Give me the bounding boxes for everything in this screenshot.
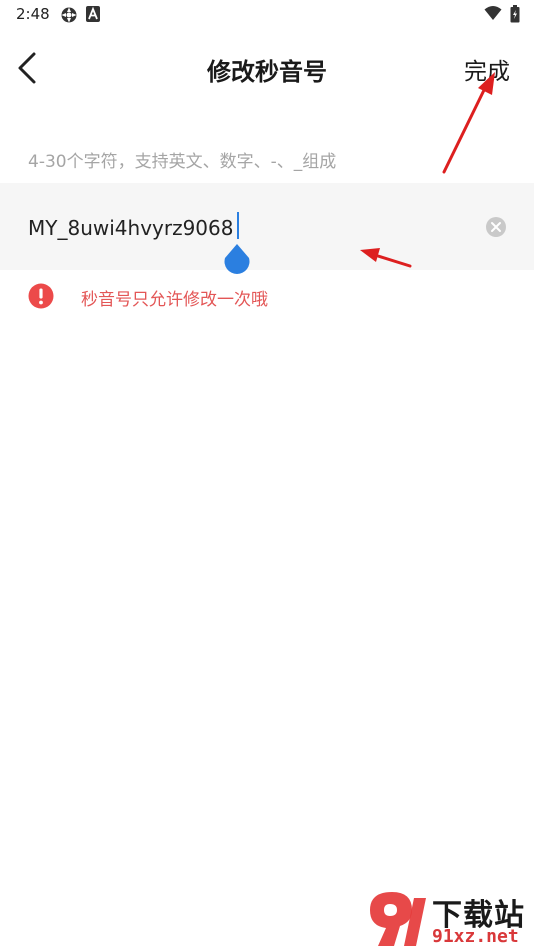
watermark: 下载站 91xz.net — [360, 888, 534, 950]
annotation-arrow-input — [360, 248, 412, 268]
watermark-url: 91xz.net — [432, 926, 519, 947]
watermark-logo — [370, 892, 426, 946]
screen: 2:48 修改秒音号 完成 4-30个字符，支持英文、数字、-、_组成 MY_8… — [0, 0, 534, 950]
